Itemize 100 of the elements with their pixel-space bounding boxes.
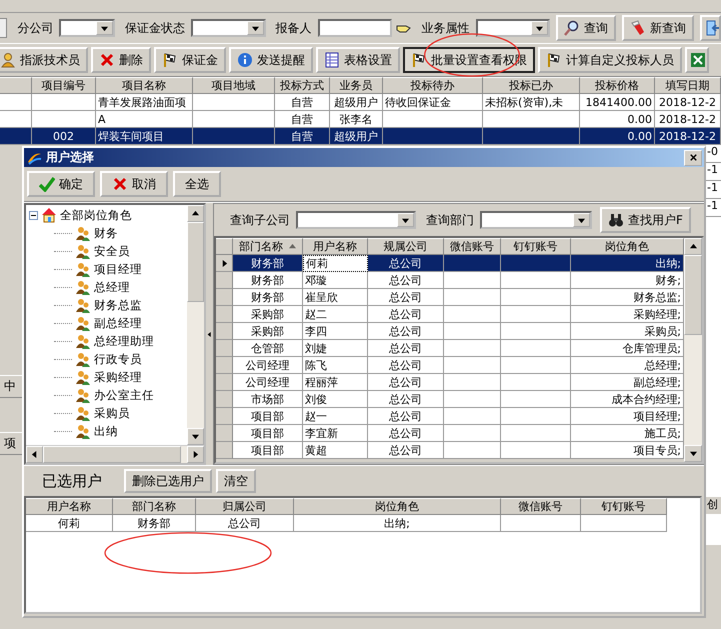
column-header[interactable]: 微信账号 — [444, 238, 501, 255]
tree-item[interactable]: 副总经理 — [94, 316, 142, 330]
export-button[interactable] — [685, 47, 709, 73]
table-cell: 出纳; — [294, 515, 501, 532]
table-icon — [324, 52, 340, 68]
column-header[interactable]: 用户名称 — [26, 498, 113, 515]
scroll-down-icon — [192, 433, 200, 440]
tree-item[interactable]: 全部岗位角色 — [60, 208, 132, 222]
table-cell: 总公司 — [368, 323, 444, 340]
toolbar-button[interactable]: 表格设置 — [316, 47, 400, 73]
collapse-icon[interactable] — [29, 210, 38, 220]
table-cell — [501, 289, 571, 306]
table-cell: 市场部 — [233, 391, 303, 408]
table-cell: 财务; — [571, 272, 684, 289]
table-cell: 总公司 — [368, 442, 444, 459]
filter-dropdown[interactable] — [59, 19, 115, 37]
table-cell: 总公司 — [368, 391, 444, 408]
dropdown-arrow-icon — [536, 24, 544, 32]
table-cell: 李四 — [303, 323, 368, 340]
close-button[interactable] — [684, 150, 702, 166]
cross-icon — [112, 176, 128, 192]
column-header[interactable] — [0, 77, 32, 94]
column-header[interactable]: 岗位角色 — [294, 498, 501, 515]
tree-item[interactable]: 采购员 — [94, 406, 130, 420]
people-icon — [75, 351, 91, 367]
column-header[interactable]: 岗位角色 — [571, 238, 684, 255]
toolbar-button[interactable]: 全选 — [173, 171, 221, 197]
column-header[interactable]: 用户名称 — [303, 238, 368, 255]
query-button[interactable]: 新查询 — [622, 15, 694, 41]
tree-item[interactable]: 总经理助理 — [94, 334, 154, 348]
input-field[interactable] — [0, 18, 8, 38]
toolbar-button[interactable]: 清空 — [216, 469, 256, 493]
department-dropdown[interactable] — [480, 211, 592, 229]
exit-button[interactable] — [700, 15, 721, 41]
vertical-scrollbar[interactable] — [187, 205, 204, 445]
tree-item[interactable]: 安全员 — [94, 244, 130, 258]
table-cell: 总公司 — [196, 515, 294, 532]
tab-label[interactable]: 中 — [0, 375, 22, 398]
column-header[interactable]: 钉钉账号 — [501, 238, 571, 255]
toolbar-button[interactable]: 保证金 — [154, 47, 226, 73]
column-header[interactable]: 项目地域 — [193, 77, 275, 94]
table-cell: 总公司 — [368, 255, 444, 272]
filter-input[interactable] — [318, 19, 392, 37]
column-header[interactable]: 业务员 — [330, 77, 383, 94]
find-user-button[interactable]: 查找用户F — [600, 207, 691, 233]
table-cell: 采购经理; — [571, 306, 684, 323]
tree-item[interactable]: 财务总监 — [94, 298, 142, 312]
query-button[interactable]: 查询 — [556, 15, 616, 41]
table-cell — [501, 374, 571, 391]
column-header[interactable]: 投标待办 — [383, 77, 483, 94]
tree-item[interactable]: 办公室主任 — [94, 388, 154, 402]
toolbar-button[interactable]: 取消 — [100, 171, 168, 197]
table-cell: 采购部 — [233, 306, 303, 323]
filter-dropdown[interactable] — [476, 19, 550, 37]
toolbar-button[interactable]: 确定 — [27, 171, 95, 197]
tree-item[interactable]: 出纳 — [94, 424, 118, 438]
column-header[interactable]: 微信账号 — [501, 498, 581, 515]
scroll-thumb[interactable] — [187, 222, 204, 302]
tab-label[interactable]: 项 — [0, 432, 22, 455]
tree-item[interactable]: 采购经理 — [94, 370, 142, 384]
table-cell: 公司经理 — [233, 357, 303, 374]
scroll-thumb[interactable] — [684, 255, 702, 335]
column-header[interactable]: 部门名称 — [113, 498, 196, 515]
table-cell — [444, 391, 501, 408]
vertical-scrollbar[interactable] — [684, 238, 702, 462]
column-header[interactable]: 钉钉账号 — [581, 498, 667, 515]
column-header[interactable]: 投标价格 — [580, 77, 655, 94]
column-header[interactable]: 投标方式 — [275, 77, 330, 94]
table-cell: 创 — [706, 497, 721, 514]
table-cell — [444, 357, 501, 374]
column-header[interactable]: 填写日期 — [655, 77, 721, 94]
filter-dropdown[interactable] — [190, 19, 266, 37]
scroll-thumb[interactable] — [43, 446, 181, 463]
table-cell — [501, 408, 571, 425]
table-cell — [444, 425, 501, 442]
column-header[interactable]: 项目编号 — [32, 77, 96, 94]
column-header[interactable]: 归属公司 — [196, 498, 294, 515]
toolbar-button[interactable]: 指派技术员 — [0, 47, 88, 73]
table-cell: 总公司 — [368, 374, 444, 391]
toolbar-button[interactable]: 删除已选用户 — [124, 469, 212, 493]
company-dropdown[interactable] — [296, 211, 416, 229]
row-indicator[interactable] — [216, 255, 233, 272]
tree-item[interactable]: 财务 — [94, 226, 118, 240]
search-label: 查询部门 — [425, 212, 475, 228]
column-header[interactable]: 部门名称 — [233, 238, 303, 255]
column-header[interactable]: 规属公司 — [368, 238, 444, 255]
flashlight-icon — [630, 20, 646, 36]
tree-item[interactable]: 项目经理 — [94, 262, 142, 276]
column-header[interactable]: 项目名称 — [96, 77, 193, 94]
toolbar-button[interactable]: 发送提醒 — [229, 47, 313, 73]
toolbar-button[interactable]: 删除 — [91, 47, 151, 73]
table-cell: 002 — [32, 128, 96, 145]
tree-item[interactable]: 总经理 — [94, 280, 130, 294]
tree-item[interactable]: 行政专员 — [94, 352, 142, 366]
column-header[interactable]: 投标已办 — [483, 77, 580, 94]
people-icon — [75, 387, 91, 403]
people-icon — [75, 279, 91, 295]
toolbar-button[interactable]: 计算自定义投标人员 — [538, 47, 682, 73]
horizontal-scrollbar[interactable] — [26, 445, 204, 463]
table-cell: 邓璇 — [303, 272, 368, 289]
